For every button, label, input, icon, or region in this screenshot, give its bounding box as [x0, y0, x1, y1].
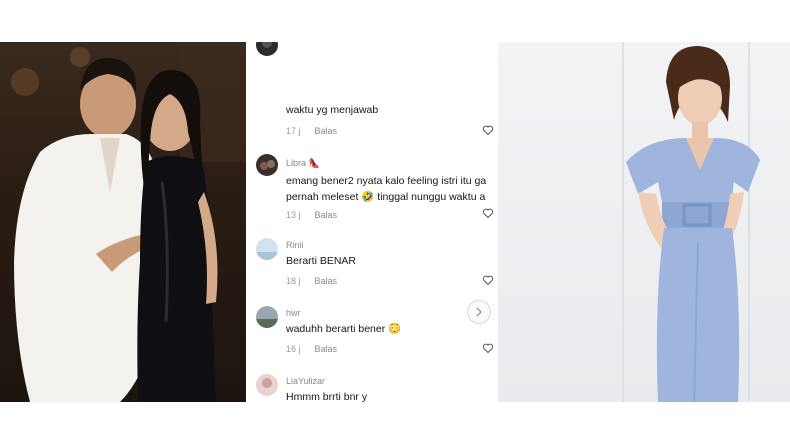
user-avatar[interactable] — [256, 374, 278, 396]
comment-age: 17 j — [286, 126, 301, 136]
reply-button[interactable]: Balas — [315, 126, 338, 136]
user-avatar[interactable] — [256, 154, 278, 176]
comment-meta: 13 j Balas — [286, 210, 337, 220]
comment-item: hwr waduhh berarti bener 😳 16 j Balas — [246, 304, 498, 372]
comment-age: 18 j — [286, 276, 301, 286]
comments-panel: waktu yg menjawab 17 j Balas Libra 👠 eman… — [246, 42, 498, 402]
comment-text: emang bener2 nyata kalo feeling istri it… — [286, 175, 487, 187]
comment-username[interactable]: LiaYulizar — [286, 376, 325, 386]
comment-item: waktu yg menjawab 17 j Balas — [246, 42, 498, 136]
user-avatar[interactable] — [256, 238, 278, 260]
woman-photo — [498, 42, 790, 402]
user-avatar[interactable] — [256, 306, 278, 328]
comment-username[interactable]: hwr — [286, 308, 301, 318]
heart-outline-icon[interactable] — [482, 274, 494, 286]
heart-outline-icon[interactable] — [482, 124, 494, 136]
couple-photo — [0, 42, 246, 402]
comment-text: Berarti BENAR — [286, 255, 357, 267]
comment-age: 13 j — [286, 210, 301, 220]
comment-item: LiaYulizar Hmmm brrti bnr y — [246, 372, 498, 402]
chevron-right-icon — [476, 307, 483, 317]
comment-text: waduhh berarti bener 😳 — [286, 323, 402, 335]
comment-username[interactable]: Libra 👠 — [286, 158, 320, 169]
dark-avatar-icon — [256, 42, 278, 56]
reply-button[interactable]: Balas — [315, 276, 338, 286]
heart-outline-icon[interactable] — [482, 207, 494, 219]
reply-button[interactable]: Balas — [315, 344, 338, 354]
comment-meta: 17 j Balas — [286, 126, 337, 136]
woman-photo-illustration — [622, 42, 760, 402]
user-avatar[interactable] — [256, 42, 278, 56]
landscape-avatar-icon — [256, 306, 278, 328]
reply-button[interactable]: Balas — [315, 210, 338, 220]
comment-text: waktu yg menjawab — [286, 104, 379, 116]
light-avatar-icon — [256, 238, 278, 260]
couple-photo-illustration — [11, 42, 246, 402]
comment-text: pernah meleset 🤣 tinggal nunggu waktu a — [286, 191, 486, 203]
pink-avatar-icon — [256, 374, 278, 396]
heart-outline-icon[interactable] — [482, 342, 494, 354]
comment-meta: 16 j Balas — [286, 344, 337, 354]
comment-age: 16 j — [286, 344, 301, 354]
comment-item: Libra 👠 emang bener2 nyata kalo feeling … — [246, 154, 498, 234]
comment-item: Rinii Berarti BENAR 18 j Balas — [246, 236, 498, 304]
next-button[interactable] — [467, 300, 491, 324]
comment-username[interactable]: Rinii — [286, 240, 304, 250]
dark-avatar-icon — [256, 154, 278, 176]
comment-text: Hmmm brrti bnr y — [286, 391, 368, 402]
comment-meta: 18 j Balas — [286, 276, 337, 286]
